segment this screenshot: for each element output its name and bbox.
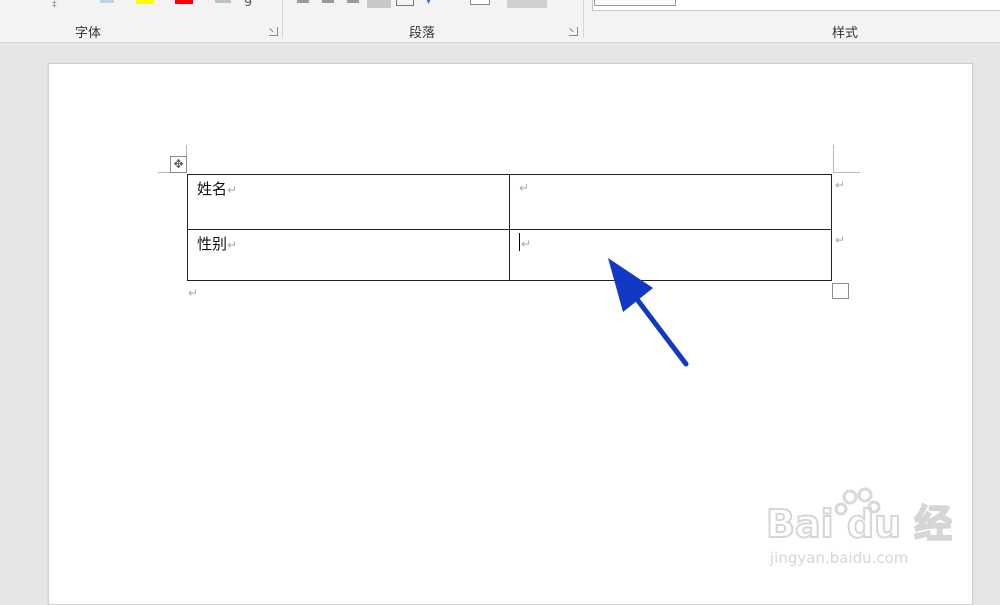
baidu-watermark: Bai du 经验 jingyan.baidu.com [762, 487, 952, 579]
watermark-logo-text: Bai du 经验 [766, 502, 952, 546]
watermark-url: jingyan.baidu.com [770, 549, 909, 567]
